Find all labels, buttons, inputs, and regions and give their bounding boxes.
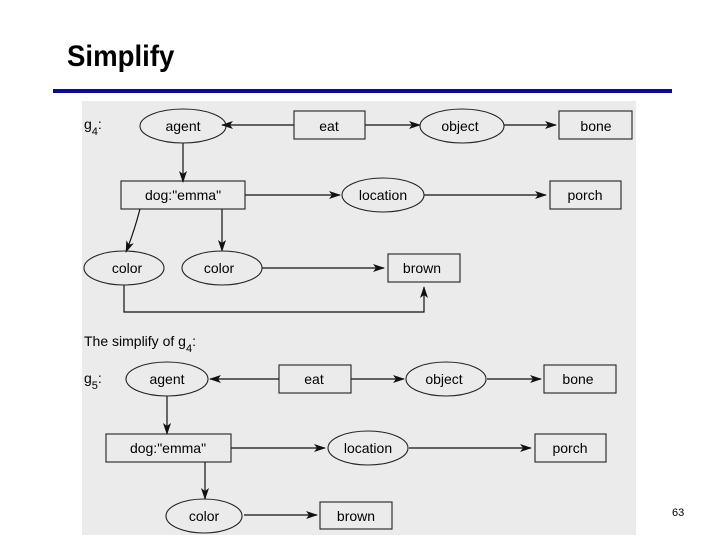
g4-node-object: object	[419, 108, 505, 144]
g4-node-color1: color	[83, 250, 165, 286]
conceptual-graphs-diagram: g4: agent eat object bone dog:"emma" loc…	[83, 108, 633, 534]
g5-node-agent: agent	[125, 361, 209, 397]
g5-label: g5:	[84, 370, 102, 392]
g4-node-porch: porch	[549, 180, 622, 210]
svg-text:eat: eat	[304, 371, 324, 387]
svg-text:bone: bone	[580, 118, 611, 134]
g4-node-color2: color	[181, 250, 263, 286]
g5-node-brown: brown	[319, 501, 393, 530]
svg-text:dog:"emma": dog:"emma"	[145, 187, 221, 203]
simplify-caption: The simplify of g4:	[84, 333, 196, 355]
g4-node-location: location	[341, 177, 425, 213]
svg-text:object: object	[425, 371, 462, 387]
g5-node-dog: dog:"emma"	[105, 433, 232, 463]
svg-text:agent: agent	[149, 371, 184, 387]
svg-text:bone: bone	[562, 371, 593, 387]
svg-text:object: object	[441, 118, 478, 134]
svg-text:eat: eat	[319, 118, 339, 134]
g4-node-bone: bone	[558, 110, 633, 140]
svg-text:color: color	[112, 260, 143, 276]
svg-text:color: color	[189, 508, 220, 524]
g5-node-porch: porch	[534, 433, 607, 463]
svg-text:porch: porch	[567, 187, 602, 203]
g4-node-agent: agent	[139, 108, 227, 144]
svg-text:brown: brown	[337, 508, 375, 524]
g5-node-object: object	[405, 361, 487, 397]
g4-node-brown: brown	[387, 253, 461, 283]
g5-node-bone: bone	[543, 364, 617, 394]
g5-node-color: color	[165, 498, 243, 534]
svg-text:location: location	[344, 440, 392, 456]
g4-label: g4:	[84, 116, 102, 138]
svg-text:color: color	[204, 260, 235, 276]
g4-node-dog: dog:"emma"	[120, 180, 246, 210]
g4-edge-dog-color1	[125, 208, 141, 253]
svg-text:agent: agent	[165, 118, 200, 134]
g4-node-eat: eat	[293, 110, 366, 140]
svg-text:dog:"emma": dog:"emma"	[130, 440, 206, 456]
g5-node-location: location	[327, 430, 409, 466]
svg-text:location: location	[359, 187, 407, 203]
g4-edge-color1-brown	[123, 285, 428, 313]
svg-text:porch: porch	[552, 440, 587, 456]
g5-node-eat: eat	[278, 364, 352, 394]
svg-text:brown: brown	[403, 260, 441, 276]
